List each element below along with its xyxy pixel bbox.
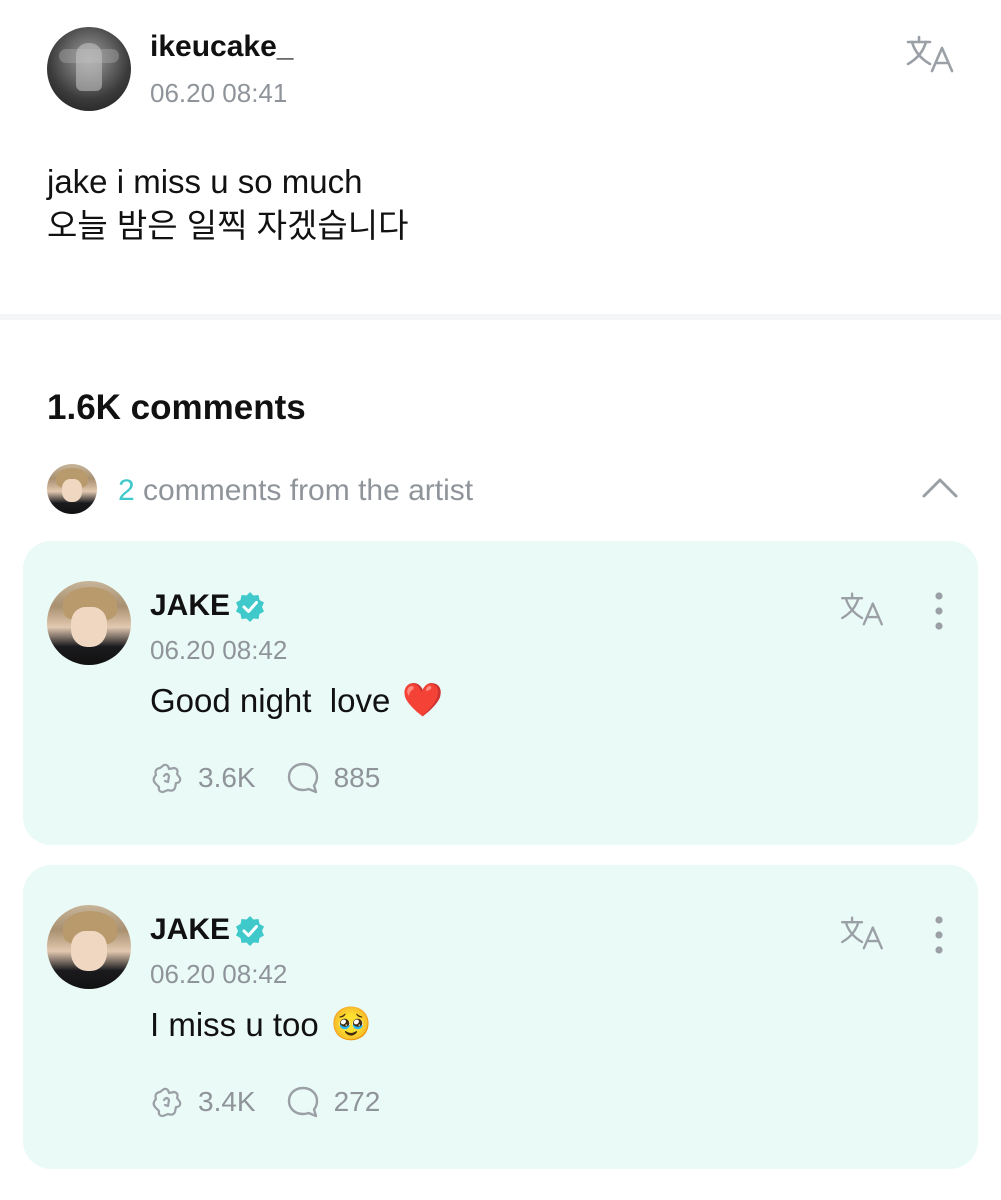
reply-icon [287,762,318,794]
more-options-icon[interactable] [934,591,944,631]
artist-comments-toggle[interactable]: 2 comments from the artist [0,460,1001,520]
comment-text: Good night love [150,681,391,719]
more-options-icon[interactable] [934,915,944,955]
cheer-count: 3.4K [198,1086,256,1117]
post-timestamp: 06.20 08:41 [150,78,288,108]
artist-comment-card: JAKE 06.20 08:42 I miss u too 🥹 3.4K 272 [23,865,978,1169]
comment-timestamp: 06.20 08:42 [150,959,288,989]
heart-emoji: ❤️ [402,681,444,718]
cheer-count: 3.6K [198,762,256,793]
comment-stats: 3.6K 885 [150,761,410,795]
post: ikeucake_ 06.20 08:41 jake i miss u so m… [0,0,1001,315]
comment-author-avatar[interactable] [47,581,131,665]
translate-icon[interactable] [838,915,886,951]
comment-timestamp: 06.20 08:42 [150,635,288,665]
comment-author-name: JAKE [150,913,231,946]
chevron-up-icon[interactable] [920,474,960,500]
reply-count: 885 [333,762,381,793]
artist-avatar [47,464,97,514]
cheer-icon [152,763,182,794]
post-author-name[interactable]: ikeucake_ [150,30,293,64]
comment-author[interactable]: JAKE [150,589,266,623]
comment-text: I miss u too [150,1005,319,1043]
comment-author-avatar[interactable] [47,905,131,989]
post-body-line: 오늘 밤은 일찍 자겠습니다 [47,207,409,244]
artist-comments-label: 2 comments from the artist [118,474,473,508]
translate-icon[interactable] [838,591,886,627]
verified-badge-icon [236,592,265,622]
post-author-avatar[interactable] [47,27,131,111]
artist-comments-text: comments from the artist [143,474,474,507]
reply-icon [287,1086,318,1118]
translate-icon[interactable] [904,34,956,74]
artist-comment-card: JAKE 06.20 08:42 Good night love ❤️ 3.6K… [23,541,978,845]
comments-count: 1.6K comments [47,388,306,427]
post-body-line: jake i miss u so much [47,163,363,200]
comment-stats: 3.4K 272 [150,1085,410,1119]
reply-count: 272 [333,1086,381,1117]
comment-author-name: JAKE [150,589,231,622]
section-divider [0,314,1001,320]
comment-body: I miss u too 🥹 [150,1005,372,1044]
cheer-button[interactable]: 3.4K [150,1085,256,1119]
reply-button[interactable]: 885 [286,761,381,795]
pleading-face-emoji: 🥹 [330,1005,372,1042]
artist-comments-count: 2 [118,474,135,507]
cheer-button[interactable]: 3.6K [150,761,256,795]
verified-badge-icon [236,916,265,946]
cheer-icon [152,1087,182,1118]
comment-body: Good night love ❤️ [150,681,443,720]
comment-author[interactable]: JAKE [150,913,266,947]
post-body: jake i miss u so much 오늘 밤은 일찍 자겠습니다 [47,160,408,248]
reply-button[interactable]: 272 [286,1085,381,1119]
